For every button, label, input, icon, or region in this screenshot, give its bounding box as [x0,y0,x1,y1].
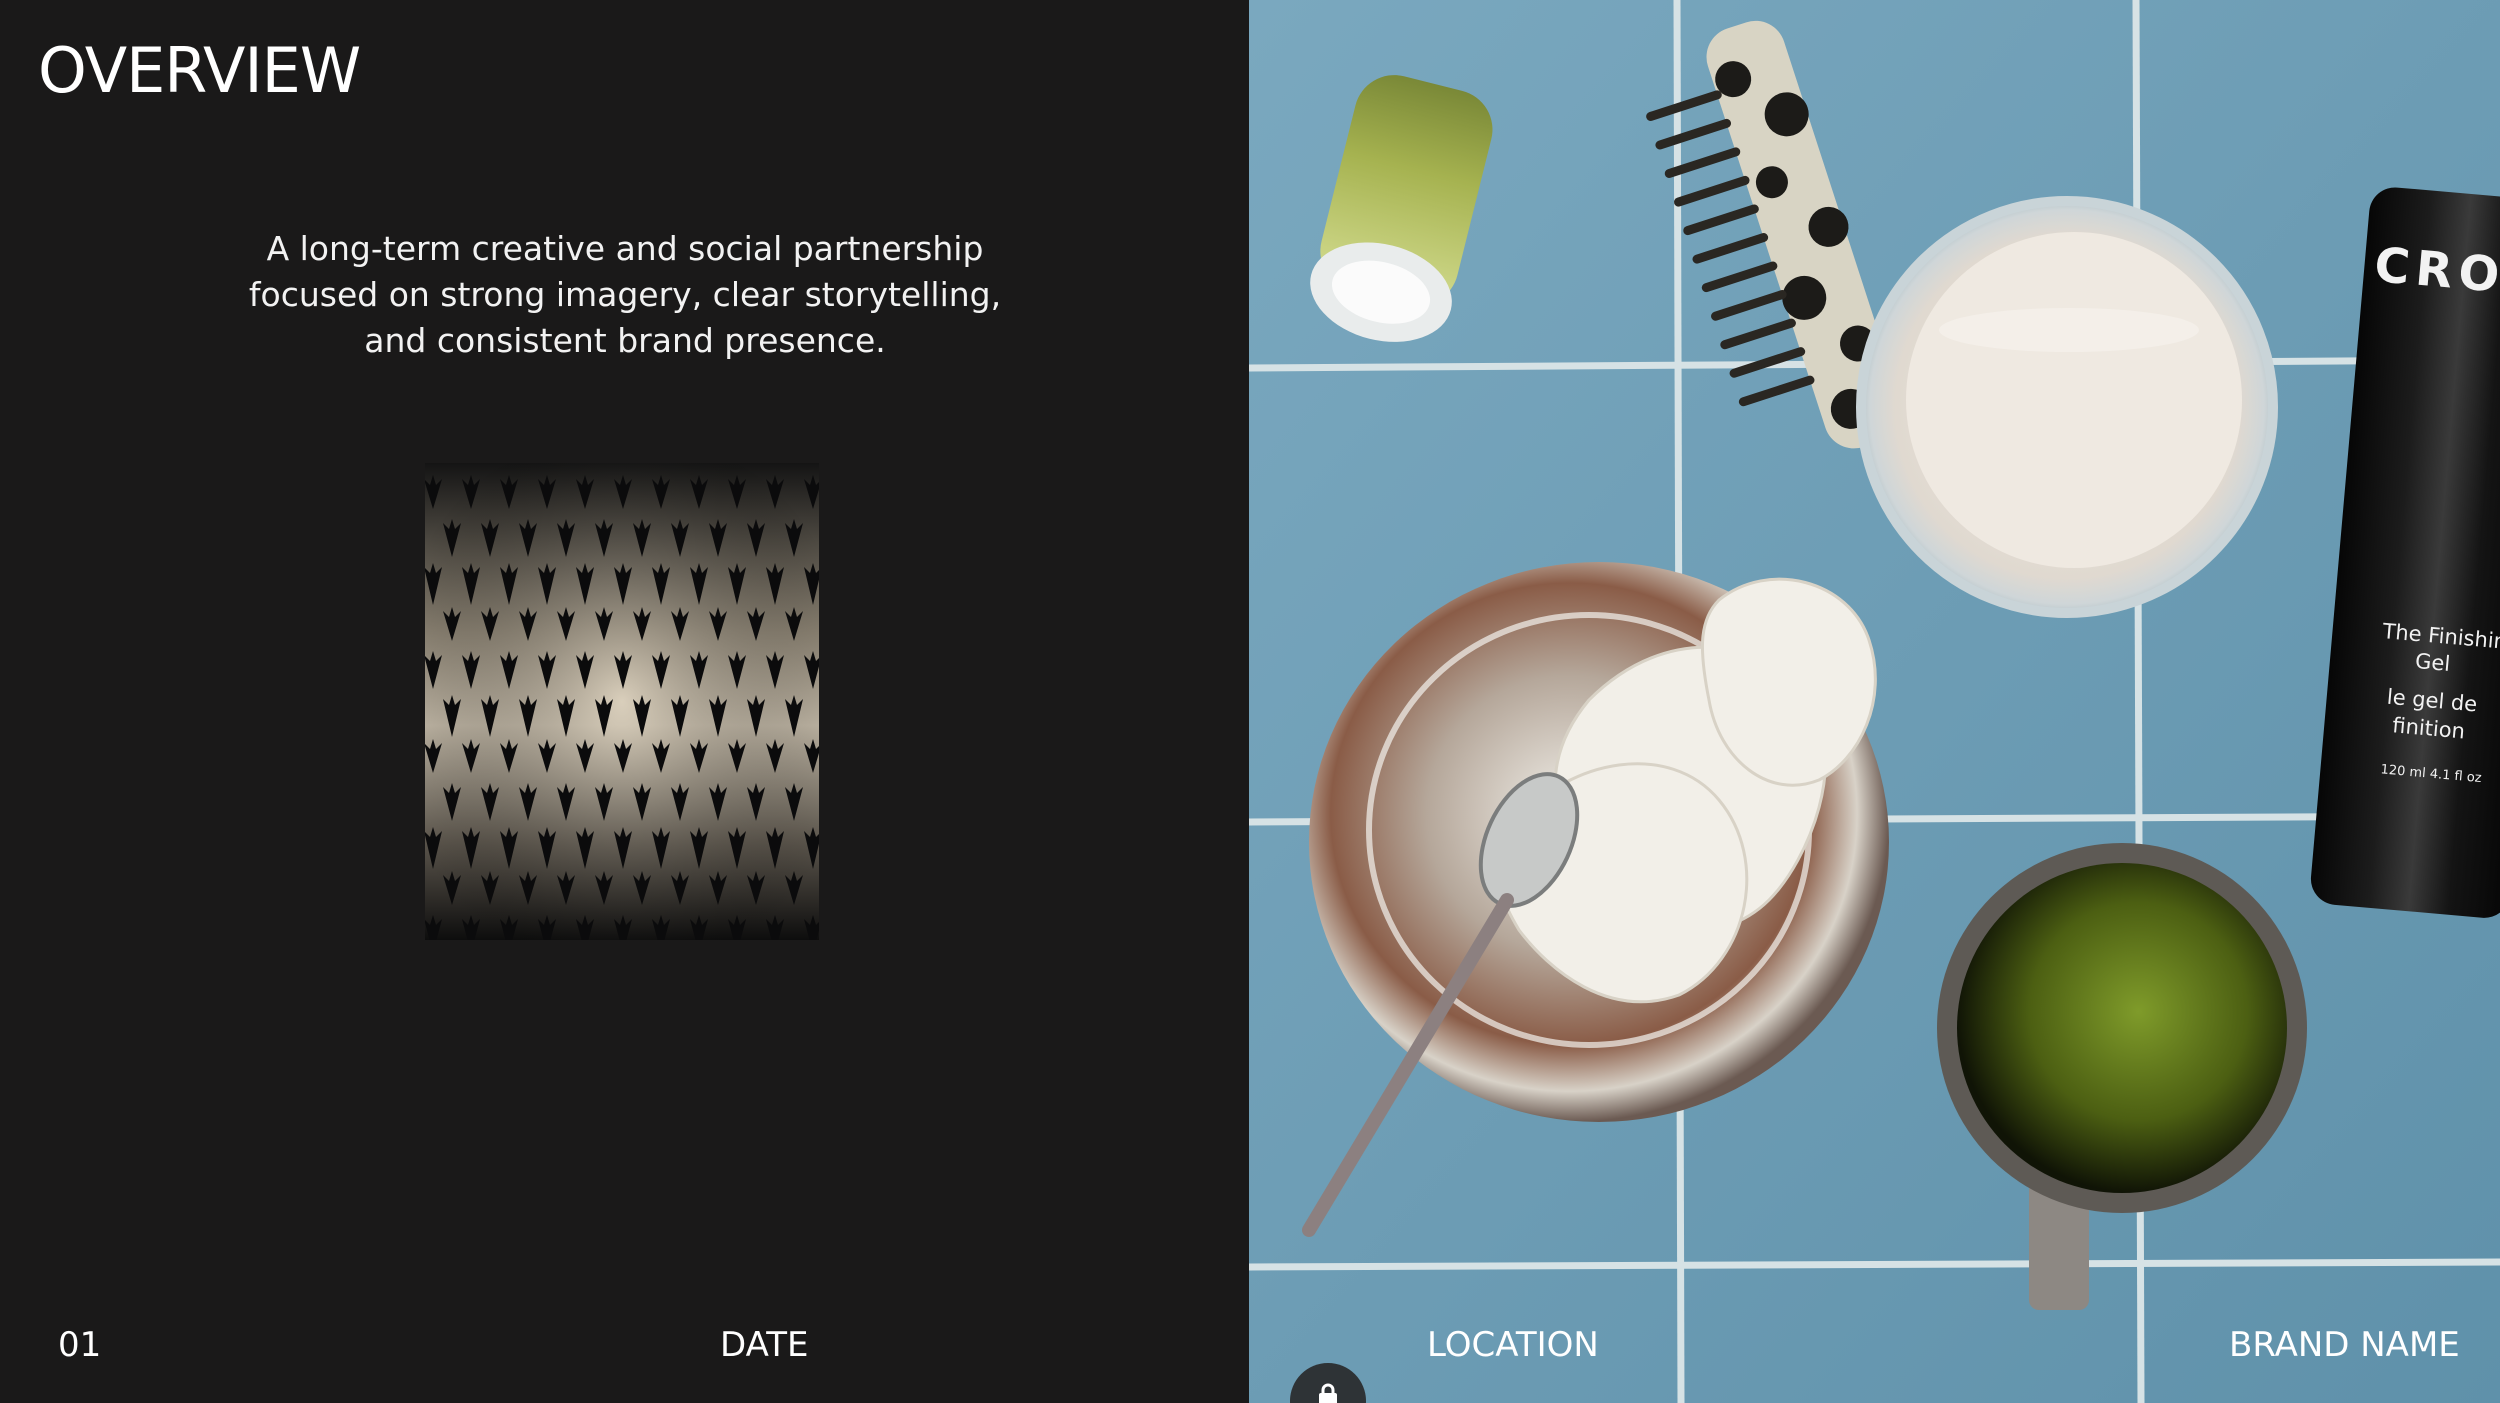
product-photo: CRO The Finishin Gel le gel de finition … [1249,0,2500,1403]
intro-line-1: A long-term creative and social partners… [266,229,984,268]
cotton-pad-jar [1856,196,2278,618]
brand-name-label: BRAND NAME [2229,1325,2460,1365]
page-number: 01 [58,1325,102,1365]
tube-brand: CRO [2372,237,2500,304]
presentation-slide: OVERVIEW A long-term creative and social… [0,0,2500,1403]
intro-line-2: focused on strong imagery, clear storyte… [248,275,1002,314]
bathroom-flatlay-image: CRO The Finishin Gel le gel de finition … [1249,0,2500,1403]
intro-text: A long-term creative and social partners… [175,226,1075,364]
brush-bristles-image [425,463,819,940]
left-panel: OVERVIEW A long-term creative and social… [0,0,1249,1403]
tube-name-2: Gel [2414,649,2451,676]
intro-line-3: and consistent brand presence. [364,321,886,360]
lock-icon [1319,1383,1337,1403]
page-title: OVERVIEW [38,34,361,107]
date-label: DATE [720,1325,809,1365]
location-label: LOCATION [1427,1325,1599,1365]
